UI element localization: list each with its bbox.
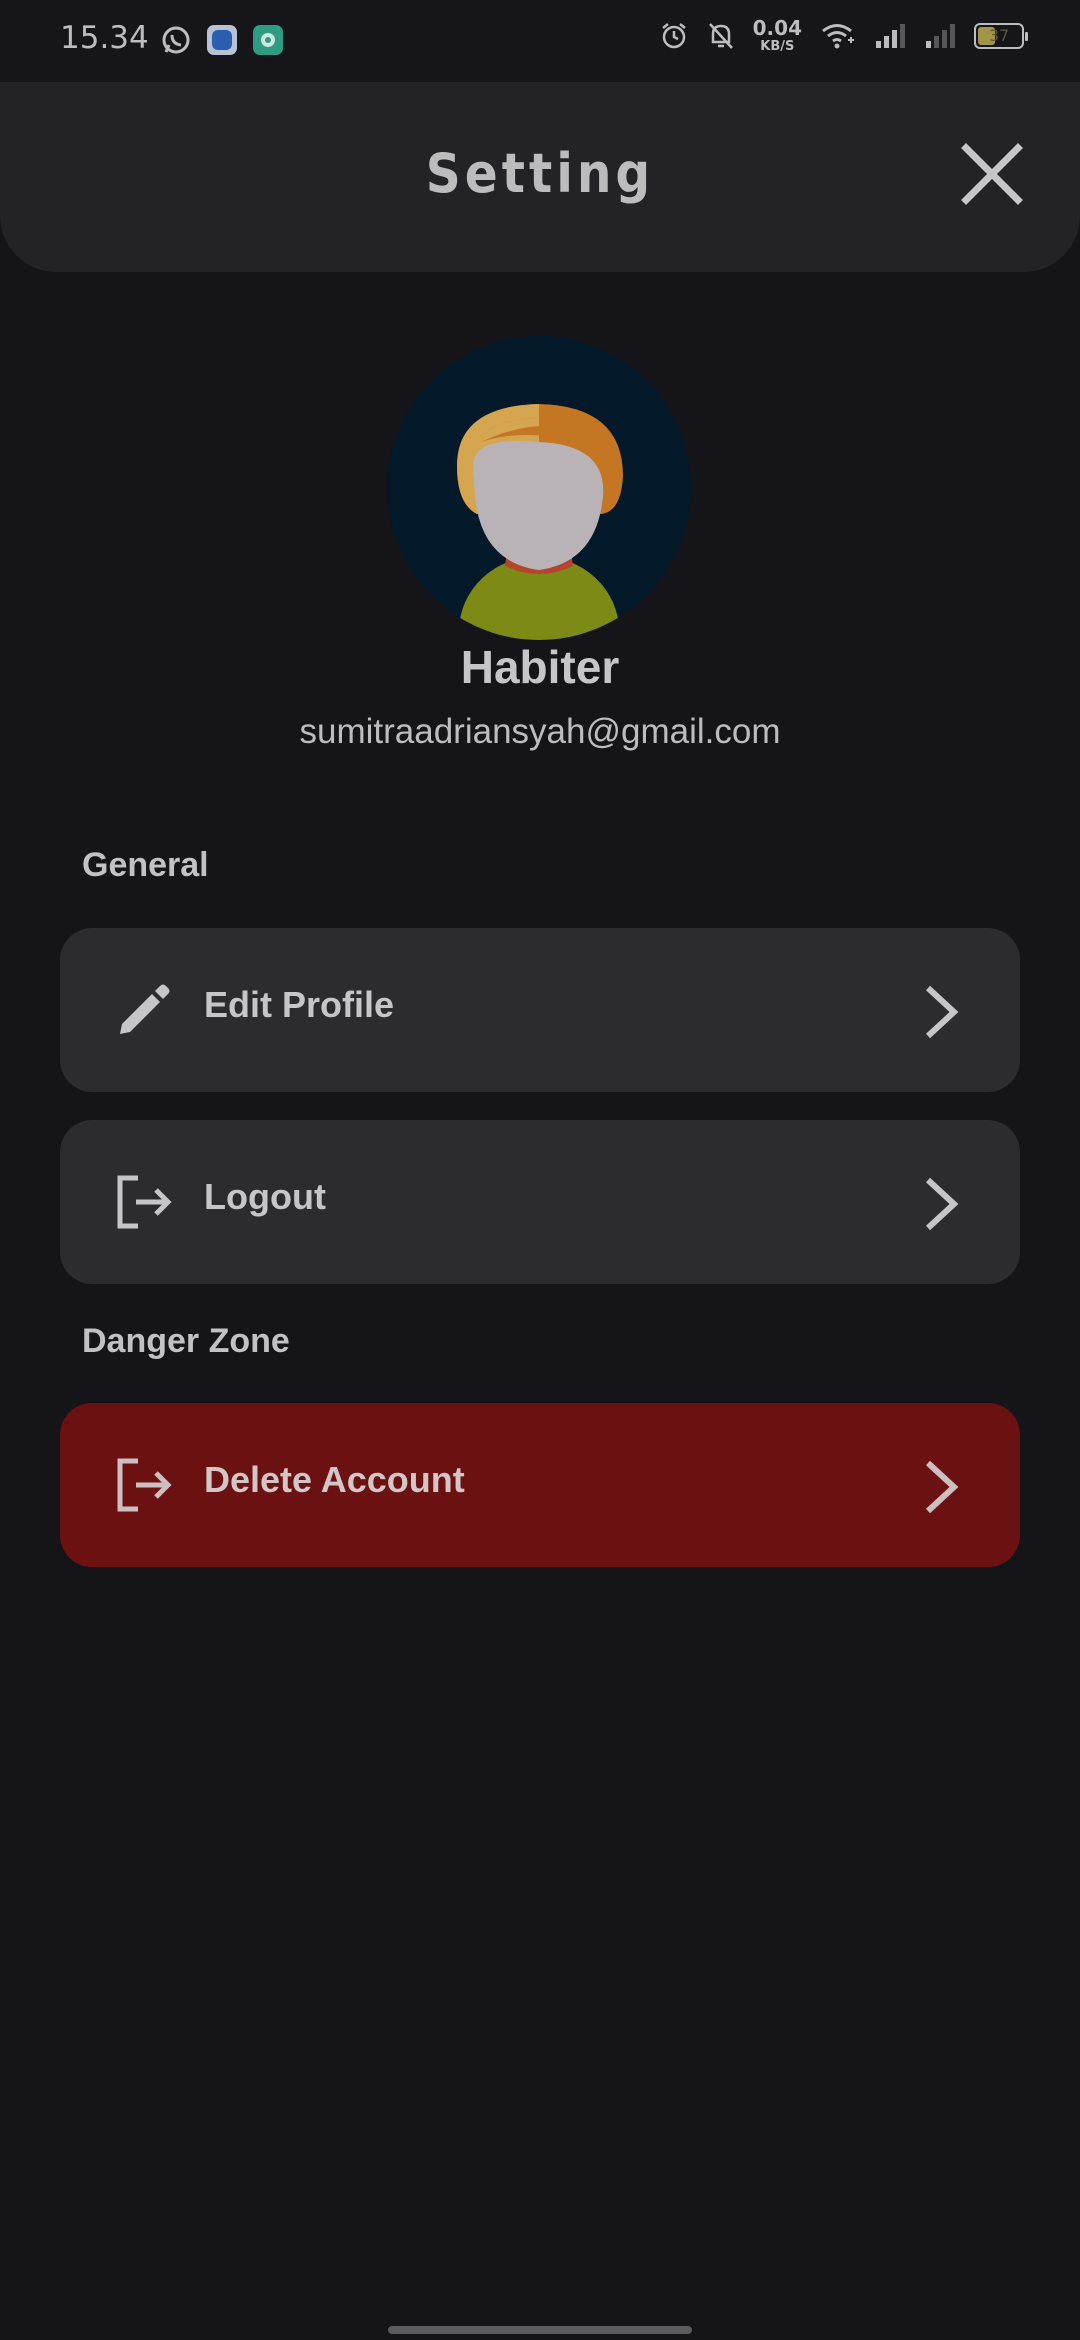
- logout-label: Logout: [204, 1176, 326, 1217]
- avatar-illustration: [387, 336, 691, 640]
- system-indicators: 0.04 KB/S 37: [659, 18, 1028, 53]
- mute-bell-icon: [708, 22, 733, 49]
- edit-profile-button[interactable]: Edit Profile: [60, 928, 1020, 1092]
- logout-icon: [117, 1175, 172, 1229]
- battery-indicator: 37: [974, 22, 1028, 49]
- profile-name: Habiter: [460, 641, 620, 693]
- section-danger-label: Danger Zone: [82, 1322, 290, 1360]
- page-title: Setting: [425, 142, 655, 205]
- status-bar: 15.34 0.04 KB/S 37: [0, 0, 1080, 82]
- wifi-icon: [822, 23, 854, 48]
- signal-2-icon: [926, 23, 955, 48]
- chevron-right-icon: [925, 1177, 959, 1231]
- alarm-icon: [661, 22, 686, 48]
- profile-email: sumitraadriansyah@gmail.com: [299, 712, 781, 751]
- whatsapp-icon: [162, 26, 190, 54]
- delete-account-button[interactable]: Delete Account: [60, 1403, 1020, 1567]
- app-blue-icon: [207, 25, 237, 55]
- network-speed: 0.04 KB/S: [753, 18, 802, 53]
- notification-icons: [160, 24, 284, 56]
- edit-profile-label: Edit Profile: [204, 984, 395, 1025]
- net-speed-value: 0.04: [752, 16, 802, 40]
- battery-level: 37: [988, 26, 1010, 45]
- avatar: [387, 336, 691, 640]
- pencil-icon: [120, 984, 170, 1034]
- close-icon[interactable]: [960, 142, 1024, 206]
- section-general-label: General: [82, 846, 209, 884]
- status-time: 15.34: [60, 20, 149, 56]
- home-indicator[interactable]: [388, 2326, 692, 2334]
- chevron-right-icon: [925, 1460, 959, 1514]
- delete-account-label: Delete Account: [204, 1459, 465, 1500]
- logout-button[interactable]: Logout: [60, 1120, 1020, 1284]
- net-speed-unit: KB/S: [760, 39, 795, 54]
- logout-icon: [117, 1458, 172, 1512]
- chevron-right-icon: [925, 985, 959, 1039]
- header: Setting: [0, 82, 1080, 272]
- signal-1-icon: [876, 23, 905, 48]
- app-green-icon: [253, 25, 283, 55]
